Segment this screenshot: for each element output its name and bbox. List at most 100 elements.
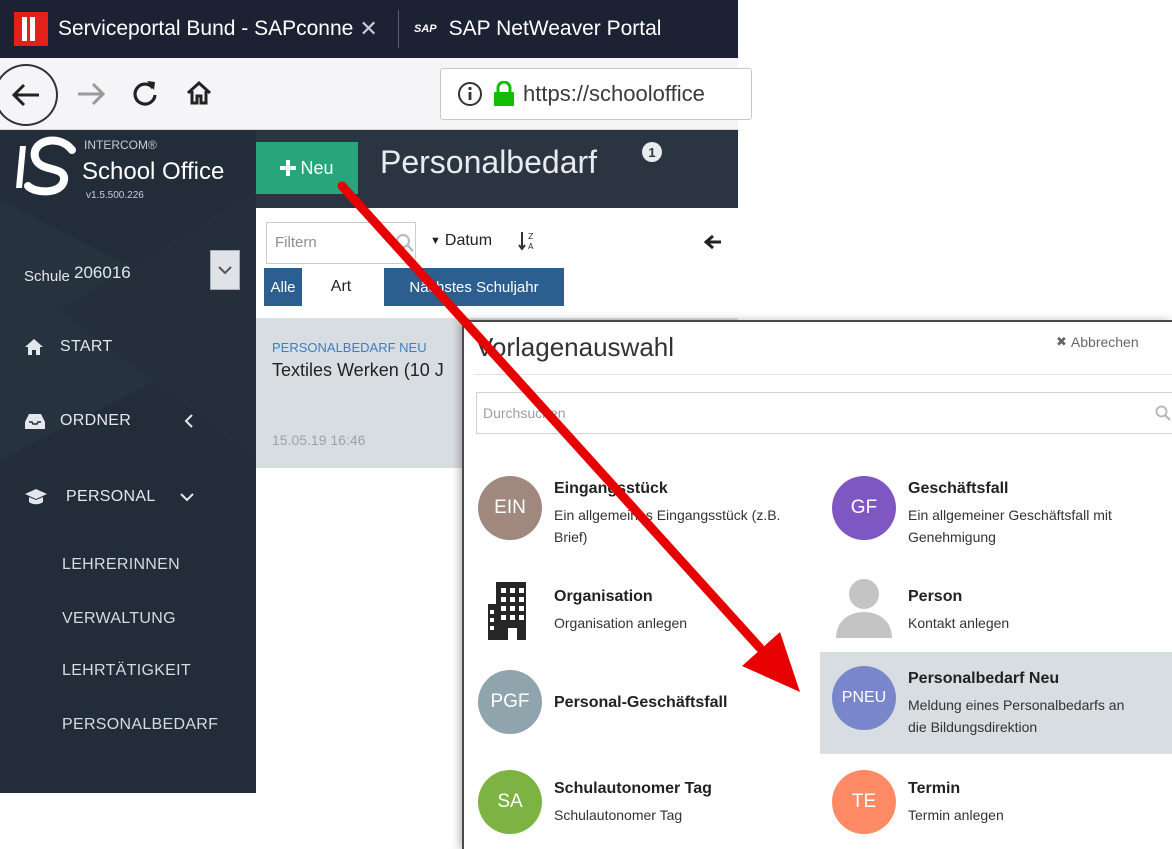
- template-avatar: GF: [832, 476, 896, 540]
- tab-title: SAP NetWeaver Portal: [448, 17, 662, 40]
- chevron-left-icon: [184, 414, 193, 428]
- svg-text:A: A: [528, 242, 534, 251]
- person-silhouette-icon: [836, 579, 892, 638]
- browser-tab-sap[interactable]: SAP SAP NetWeaver Portal: [414, 0, 734, 58]
- nav-label: Ordner: [60, 412, 132, 429]
- count-badge: 1: [642, 142, 662, 162]
- template-description: Meldung eines Personalbedarfs an die Bil…: [908, 697, 1125, 735]
- school-selector[interactable]: Schule 206016: [24, 250, 244, 292]
- plus-icon: [280, 160, 297, 176]
- template-avatar: PNEU: [832, 666, 896, 730]
- chip-naechstes-schuljahr[interactable]: Nächstes Schuljahr: [384, 268, 564, 306]
- template-name: Geschäftsfall: [908, 480, 1009, 497]
- template-avatar: TE: [832, 770, 896, 834]
- dialog-title: Vorlagenauswahl: [476, 332, 675, 362]
- reload-icon: [133, 81, 157, 106]
- template-person[interactable]: Person Kontakt anlegen: [832, 578, 1172, 650]
- chevron-down-icon: [180, 493, 194, 502]
- school-value: 206016: [74, 263, 131, 282]
- site-favicon-icon: [14, 12, 48, 46]
- school-label: Schule: [24, 268, 70, 285]
- template-name: Schulautonomer Tag: [554, 780, 712, 797]
- filter-placeholder: Filtern: [275, 234, 317, 251]
- back-button[interactable]: [0, 64, 58, 126]
- nav-personal[interactable]: Personal: [24, 488, 194, 506]
- template-name: Personal-Geschäftsfall: [554, 694, 728, 711]
- template-avatar: PGF: [478, 670, 542, 734]
- template-description: Ein allgemeines Eingangsstück (z.B. Brie…: [554, 507, 781, 545]
- brand-name: School Office: [82, 158, 225, 185]
- template-description: Ein allgemeiner Geschäftsfall mit Genehm…: [908, 507, 1112, 545]
- item-title: Textiles Werken (10 J: [272, 360, 444, 380]
- sub-item-personalbedarf[interactable]: Personalbedarf: [62, 716, 218, 734]
- close-icon: ✖: [1056, 334, 1067, 349]
- new-button[interactable]: Neu: [256, 142, 358, 194]
- template-personal-geschaeftsfall[interactable]: PGF Personal-Geschäftsfall: [478, 670, 808, 740]
- sap-logo-icon: SAP: [414, 23, 437, 35]
- arrow-left-icon: [11, 83, 39, 107]
- item-date: 15.05.19 16:46: [272, 432, 366, 448]
- sub-item-lehrtaetigkeit[interactable]: Lehrtätigkeit: [62, 662, 191, 680]
- home-button[interactable]: [182, 76, 216, 110]
- arrow-left-icon[interactable]: [704, 234, 722, 250]
- sidebar: INTERCOM® School Office v1.5.500.226 Sch…: [0, 130, 256, 793]
- inbox-icon: [25, 414, 45, 429]
- chip-alle[interactable]: Alle: [264, 268, 302, 306]
- template-description: Termin anlegen: [908, 807, 1004, 823]
- template-name: Organisation: [554, 588, 653, 605]
- template-schulautonomer-tag[interactable]: SA Schulautonomer Tag Schulautonomer Tag: [478, 770, 808, 840]
- nav-label: Personal: [66, 488, 156, 505]
- browser-tab-serviceportal[interactable]: Serviceportal Bund - SAPconne ✕: [14, 0, 394, 58]
- search-icon: [395, 233, 414, 252]
- search-placeholder: Durchsuchen: [483, 405, 566, 421]
- template-organisation[interactable]: Organisation Organisation anlegen: [478, 580, 808, 650]
- lock-icon: [494, 81, 514, 106]
- sub-item-lehrerinnen[interactable]: LehrerInnen: [62, 556, 180, 574]
- template-avatar: EIN: [478, 476, 542, 540]
- nav-start[interactable]: Start: [24, 338, 112, 356]
- address-bar[interactable]: https://schooloffice: [440, 68, 752, 120]
- chip-art[interactable]: Art: [304, 268, 378, 306]
- template-eingangsstueck[interactable]: EIN Eingangsstück Ein allgemeines Eingan…: [478, 476, 808, 556]
- template-termin[interactable]: TE Termin Termin anlegen: [832, 770, 1172, 840]
- building-icon: [488, 582, 526, 640]
- filter-input[interactable]: Filtern: [266, 222, 416, 264]
- template-description: Kontakt anlegen: [908, 615, 1010, 631]
- app-brand[interactable]: INTERCOM® School Office v1.5.500.226: [14, 134, 234, 204]
- sort-alpha-icon[interactable]: ZA: [518, 230, 538, 252]
- template-description: Organisation anlegen: [554, 615, 688, 631]
- template-name: Eingangsstück: [554, 480, 668, 497]
- template-selection-dialog: Vorlagenauswahl ✖ Abbrechen Durchsuchen …: [462, 320, 1172, 849]
- url-text: https://schooloffice: [523, 81, 705, 106]
- template-name: Person: [908, 588, 963, 605]
- caret-down-icon: ▼: [430, 235, 441, 247]
- graduation-cap-icon: [25, 489, 47, 505]
- home-icon: [186, 80, 212, 105]
- reload-button[interactable]: [128, 76, 162, 110]
- close-tab-icon[interactable]: ✕: [359, 16, 377, 42]
- school-office-logo-icon: [16, 136, 76, 196]
- sub-item-verwaltung[interactable]: Verwaltung: [62, 610, 176, 628]
- sort-date-button[interactable]: ▼ Datum: [430, 232, 492, 250]
- forward-button[interactable]: [74, 78, 108, 110]
- page-title: Personalbedarf: [380, 144, 598, 180]
- template-description: Schulautonomer Tag: [554, 807, 683, 823]
- template-personalbedarf-neu[interactable]: PNEU Personalbedarf Neu Meldung eines Pe…: [820, 652, 1172, 754]
- school-dropdown-button[interactable]: [210, 250, 240, 290]
- browser-tab-bar: Serviceportal Bund - SAPconne ✕ SAP SAP …: [0, 0, 738, 58]
- new-button-label: Neu: [300, 157, 334, 178]
- search-icon: [1155, 405, 1171, 421]
- nav-ordner[interactable]: Ordner: [24, 412, 194, 430]
- sidebar-background-pattern: [0, 190, 256, 460]
- tab-title: Serviceportal Bund - SAPconne: [58, 17, 354, 40]
- cancel-button[interactable]: ✖ Abbrechen: [1056, 334, 1139, 350]
- browser-toolbar: https://schooloffice: [0, 58, 752, 130]
- info-icon[interactable]: [457, 81, 483, 107]
- page-header: Neu Personalbedarf 1: [256, 130, 738, 208]
- tab-divider: [398, 10, 399, 48]
- arrow-right-icon: [78, 82, 106, 106]
- template-search-input[interactable]: Durchsuchen: [476, 392, 1172, 434]
- svg-text:Z: Z: [528, 232, 534, 241]
- template-avatar: SA: [478, 770, 542, 834]
- template-geschaeftsfall[interactable]: GF Geschäftsfall Ein allgemeiner Geschäf…: [832, 476, 1172, 556]
